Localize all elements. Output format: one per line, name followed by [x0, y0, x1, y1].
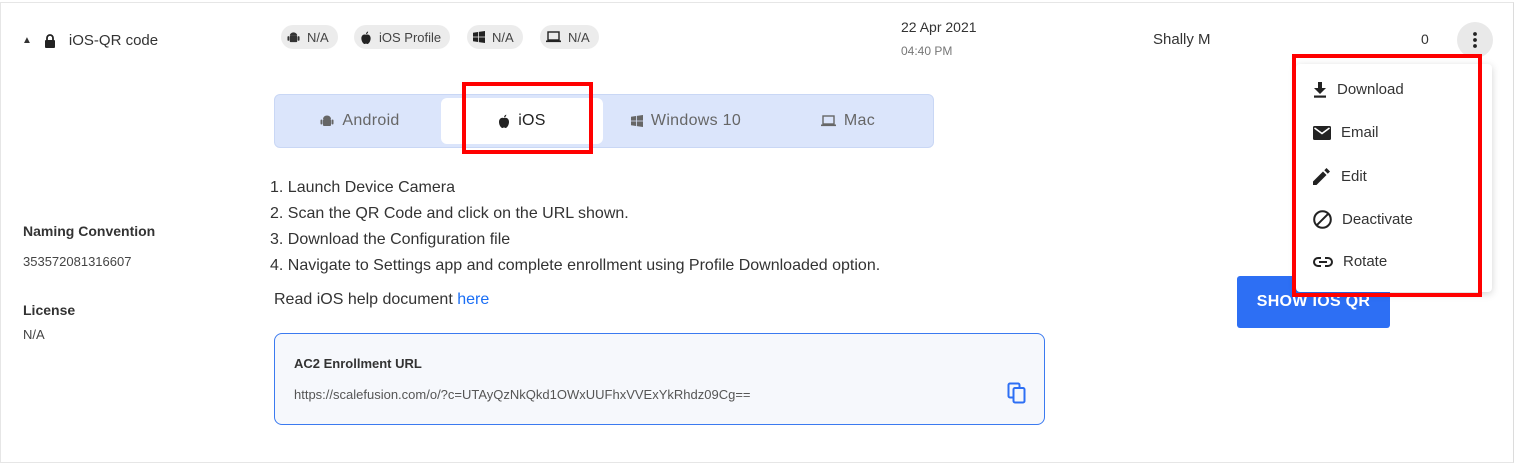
tab-windows[interactable]: Windows 10	[605, 98, 767, 144]
help-text: Read iOS help document here	[274, 291, 489, 309]
tab-android-label: Android	[342, 112, 400, 129]
created-time: 04:40 PM	[901, 44, 953, 58]
chip-windows-label: N/A	[492, 29, 514, 45]
android-icon	[287, 31, 300, 42]
created-date: 22 Apr 2021	[901, 19, 977, 35]
platform-tabs: Android iOS Windows 10 Mac	[274, 94, 934, 148]
chip-ios-label: iOS Profile	[379, 29, 442, 45]
profile-name: iOS-QR code	[68, 32, 159, 49]
step-item: 4. Navigate to Settings app and complete…	[270, 257, 881, 274]
collapse-caret-icon[interactable]: ▲	[22, 35, 32, 46]
license-value: N/A	[23, 327, 45, 342]
naming-convention-value: 353572081316607	[23, 254, 132, 269]
tab-android[interactable]: Android	[279, 98, 441, 144]
license-label: License	[23, 302, 76, 318]
lock-icon	[44, 33, 55, 48]
menu-highlight	[1292, 54, 1482, 297]
help-link[interactable]: here	[457, 291, 489, 308]
more-vertical-icon	[1473, 32, 1477, 48]
more-options-button[interactable]	[1457, 22, 1493, 58]
tab-windows-label: Windows 10	[650, 112, 742, 129]
chip-android-label: N/A	[307, 29, 329, 45]
enrollment-url-title: AC2 Enrollment URL	[294, 356, 422, 371]
instruction-steps: 1. Launch Device Camera 2. Scan the QR C…	[270, 175, 880, 279]
chip-mac: N/A	[540, 25, 599, 49]
row-header[interactable]: ▲ iOS-QR code	[22, 32, 158, 49]
copy-icon[interactable]	[1007, 382, 1027, 404]
chip-mac-label: N/A	[568, 29, 590, 45]
owner-name: Shally M	[1153, 31, 1211, 48]
chip-android: N/A	[281, 25, 338, 49]
android-icon	[320, 115, 334, 126]
chip-windows: N/A	[467, 25, 523, 49]
enrollment-url-box: AC2 Enrollment URL https://scalefusion.c…	[274, 333, 1045, 425]
step-item: 1. Launch Device Camera	[270, 179, 455, 196]
help-text-prefix: Read iOS help document	[274, 291, 458, 308]
apple-icon	[361, 31, 371, 44]
laptop-icon	[546, 31, 561, 43]
tab-mac-label: Mac	[843, 112, 876, 129]
enrollment-url: https://scalefusion.com/o/?c=UTAyQzNkQkd…	[294, 387, 751, 402]
tab-mac[interactable]: Mac	[767, 98, 929, 144]
windows-icon	[630, 115, 643, 127]
naming-convention-label: Naming Convention	[23, 223, 156, 239]
device-count: 0	[1421, 31, 1429, 47]
step-item: 3. Download the Configuration file	[270, 231, 511, 248]
windows-icon	[473, 31, 485, 43]
ios-tab-highlight	[462, 82, 593, 154]
laptop-icon	[820, 115, 836, 127]
chip-ios: iOS Profile	[354, 25, 451, 49]
step-item: 2. Scan the QR Code and click on the URL…	[270, 205, 629, 222]
